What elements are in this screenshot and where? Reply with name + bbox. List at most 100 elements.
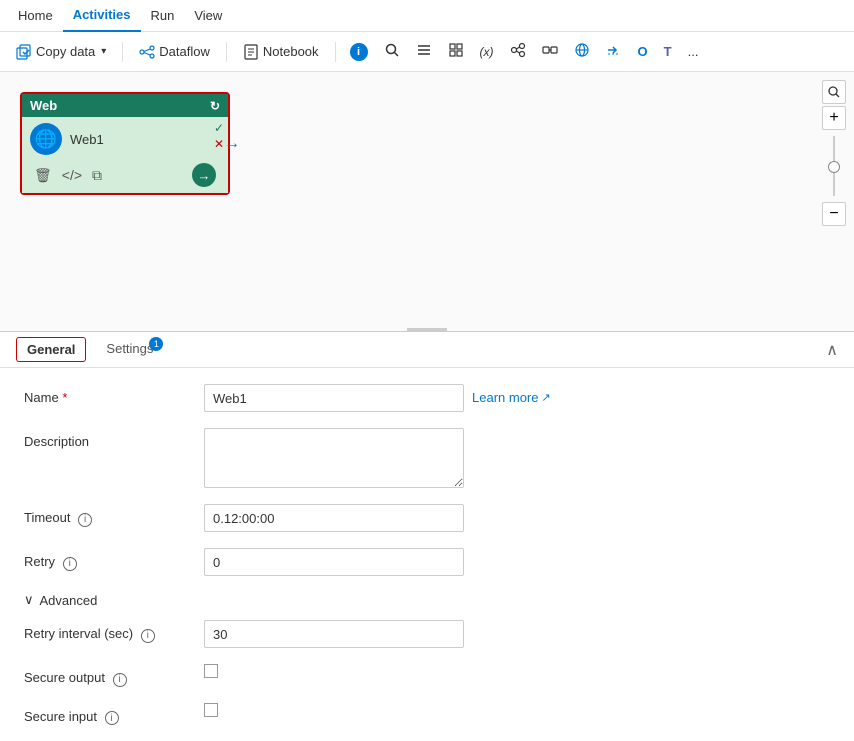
- card-refresh-icon[interactable]: ↻: [210, 99, 220, 113]
- info-button[interactable]: i: [344, 39, 374, 65]
- run-icon[interactable]: →: [192, 163, 216, 187]
- search-button[interactable]: [378, 38, 406, 65]
- menu-view[interactable]: View: [184, 0, 232, 32]
- advanced-toggle[interactable]: ∨ Advanced: [24, 592, 830, 608]
- retry-input[interactable]: [204, 548, 464, 576]
- secure-input-row: Secure input i: [24, 703, 830, 726]
- canvas[interactable]: Web ↻ 🌐 Web1 ✓ ✕ 🗑 </> ⧉: [0, 72, 854, 332]
- main-area: Web ↻ 🌐 Web1 ✓ ✕ 🗑 </> ⧉: [0, 72, 854, 741]
- pipeline-button[interactable]: [536, 38, 564, 65]
- delete-icon[interactable]: 🗑: [34, 167, 52, 184]
- more-button[interactable]: ...: [682, 40, 705, 63]
- name-label: Name *: [24, 384, 204, 405]
- external-link-icon: ↗: [541, 391, 550, 404]
- zoom-slider-track: [833, 136, 835, 196]
- activity-card-name: Web1: [70, 132, 104, 147]
- secure-output-label: Secure output i: [24, 664, 204, 687]
- collapse-panel-button[interactable]: ∧: [826, 340, 838, 360]
- list-icon: [416, 42, 432, 61]
- divider-handle[interactable]: [407, 328, 447, 331]
- secure-output-checkbox[interactable]: [204, 664, 218, 678]
- retry-interval-label: Retry interval (sec) i: [24, 620, 204, 643]
- arrow-icon: [606, 42, 622, 61]
- arrow-button[interactable]: [600, 38, 628, 65]
- retry-interval-input[interactable]: [204, 620, 464, 648]
- card-status-icons: ✓ ✕: [214, 121, 224, 151]
- secure-input-info-icon[interactable]: i: [105, 711, 119, 725]
- pipeline-icon: [542, 42, 558, 61]
- menu-home[interactable]: Home: [8, 0, 63, 32]
- copy-icon[interactable]: ⧉: [92, 167, 102, 184]
- zoom-in-button[interactable]: +: [822, 106, 846, 130]
- grid-icon: [448, 42, 464, 61]
- status-x-icon: ✕: [214, 137, 224, 151]
- copy-data-button[interactable]: Copy data ▾: [8, 40, 114, 64]
- chevron-down-icon: ∨: [24, 592, 34, 608]
- name-row: Name * Learn more ↗: [24, 384, 830, 412]
- learn-more-label: Learn more: [472, 390, 538, 405]
- secure-input-checkbox[interactable]: [204, 703, 218, 717]
- code-icon[interactable]: </>: [62, 167, 82, 183]
- activity-card-row: 🌐 Web1 ✓ ✕: [30, 123, 220, 155]
- advanced-label: Advanced: [40, 593, 98, 608]
- retry-info-icon[interactable]: i: [63, 557, 77, 571]
- menu-run[interactable]: Run: [141, 0, 185, 32]
- teams-button[interactable]: T: [658, 40, 678, 63]
- timeout-input[interactable]: [204, 504, 464, 532]
- outlook-icon: O: [638, 44, 648, 59]
- menu-bar: Home Activities Run View: [0, 0, 854, 32]
- settings-badge: 1: [149, 337, 163, 351]
- teams-icon: T: [664, 44, 672, 59]
- activity-card-header: Web ↻: [22, 94, 228, 117]
- copy-data-icon: [16, 44, 32, 60]
- globe-button[interactable]: [568, 38, 596, 65]
- outlook-button[interactable]: O: [632, 40, 654, 63]
- separator-3: [335, 42, 336, 62]
- separator-1: [122, 42, 123, 62]
- zoom-search-button[interactable]: [822, 80, 846, 104]
- search-icon: [384, 42, 400, 61]
- dataflow-button[interactable]: Dataflow: [131, 40, 218, 64]
- toolbar: Copy data ▾ Dataflow Notebook i: [0, 32, 854, 72]
- card-action-row: 🗑 </> ⧉ →: [30, 161, 220, 189]
- activity-card[interactable]: Web ↻ 🌐 Web1 ✓ ✕ 🗑 </> ⧉: [20, 92, 230, 195]
- dataflow-label: Dataflow: [159, 44, 210, 59]
- globe-icon: [574, 42, 590, 61]
- form-area: Name * Learn more ↗ Description Ti: [0, 368, 854, 741]
- zoom-controls: + −: [822, 80, 846, 226]
- variable-icon: (x): [480, 45, 494, 59]
- web-activity-icon: 🌐: [30, 123, 62, 155]
- notebook-label: Notebook: [263, 44, 319, 59]
- copy-data-label: Copy data: [36, 44, 95, 59]
- copy-data-dropdown-icon: ▾: [101, 46, 106, 57]
- tab-settings[interactable]: Settings 1: [94, 333, 165, 366]
- learn-more-link[interactable]: Learn more ↗: [472, 384, 551, 405]
- menu-activities[interactable]: Activities: [63, 0, 141, 32]
- notebook-button[interactable]: Notebook: [235, 40, 327, 64]
- retry-row: Retry i: [24, 548, 830, 576]
- more-icon: ...: [688, 44, 699, 59]
- node-button[interactable]: [504, 38, 532, 65]
- timeout-row: Timeout i: [24, 504, 830, 532]
- name-input[interactable]: [204, 384, 464, 412]
- zoom-out-button[interactable]: −: [822, 202, 846, 226]
- description-input[interactable]: [204, 428, 464, 488]
- retry-interval-info-icon[interactable]: i: [141, 629, 155, 643]
- description-row: Description: [24, 428, 830, 488]
- globe-symbol: 🌐: [35, 129, 57, 150]
- grid-button[interactable]: [442, 38, 470, 65]
- tab-general[interactable]: General: [16, 337, 86, 362]
- activity-card-title: Web: [30, 98, 57, 113]
- notebook-icon: [243, 44, 259, 60]
- zoom-slider-thumb[interactable]: [828, 161, 840, 173]
- variable-button[interactable]: (x): [474, 41, 500, 63]
- advanced-section: ∨ Advanced Retry interval (sec) i Secure…: [24, 592, 830, 725]
- secure-input-label: Secure input i: [24, 703, 204, 726]
- list-button[interactable]: [410, 38, 438, 65]
- description-label: Description: [24, 428, 204, 449]
- secure-output-info-icon[interactable]: i: [113, 673, 127, 687]
- activity-card-body: 🌐 Web1 ✓ ✕ 🗑 </> ⧉ →: [22, 117, 228, 193]
- timeout-info-icon[interactable]: i: [78, 513, 92, 527]
- timeout-label: Timeout i: [24, 504, 204, 527]
- separator-2: [226, 42, 227, 62]
